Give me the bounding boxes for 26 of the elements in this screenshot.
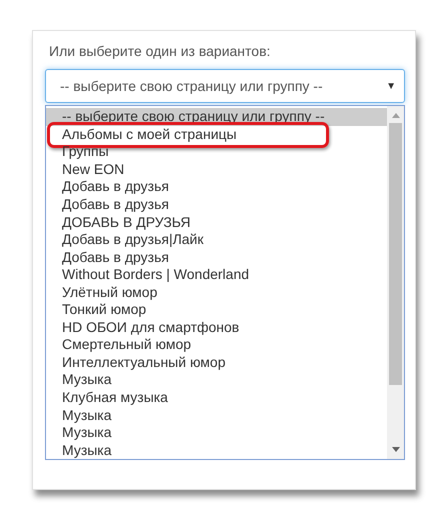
list-option[interactable]: Клубная музыка	[46, 388, 387, 406]
list-option[interactable]: Добавь в друзья	[46, 196, 387, 214]
page-select[interactable]: -- выберите свою страницу или группу -- ▼	[45, 69, 405, 103]
list-option[interactable]: Музыка	[46, 424, 387, 442]
scroll-down-icon[interactable]	[392, 447, 400, 452]
list-option[interactable]: Добавь в друзья|Лайк	[46, 230, 387, 248]
list-option[interactable]: Интеллектуальный юмор	[46, 354, 387, 372]
prompt-label: Или выберите один из вариантов:	[49, 42, 272, 61]
list-option[interactable]: Смертельный юмор	[46, 336, 387, 354]
list-option[interactable]: New EON	[46, 160, 387, 178]
scroll-up-icon[interactable]	[392, 113, 400, 118]
scrollbar[interactable]	[387, 106, 404, 459]
list-option[interactable]: HD ОБОИ для смартфонов	[46, 318, 387, 336]
list-option[interactable]: Тонкий юмор	[46, 301, 387, 319]
list-option[interactable]: Альбомы с моей страницы	[46, 126, 387, 144]
list-option[interactable]: ДОБАВЬ В ДРУЗЬЯ	[46, 213, 387, 231]
list-option[interactable]: Музыка	[46, 441, 387, 459]
caret-icon: ▼	[386, 78, 396, 94]
list-option[interactable]: Добавь в друзья	[46, 248, 387, 266]
list-option[interactable]: Музыка	[46, 371, 387, 389]
scroll-thumb[interactable]	[389, 123, 402, 385]
list-option[interactable]: Without Borders | Wonderland	[46, 266, 387, 284]
list-option[interactable]: Группы	[46, 143, 387, 161]
list-option[interactable]: Улётный юмор	[46, 283, 387, 302]
list-option[interactable]: Музыка	[46, 406, 387, 424]
list-option[interactable]: Добавь в друзья	[46, 178, 387, 196]
